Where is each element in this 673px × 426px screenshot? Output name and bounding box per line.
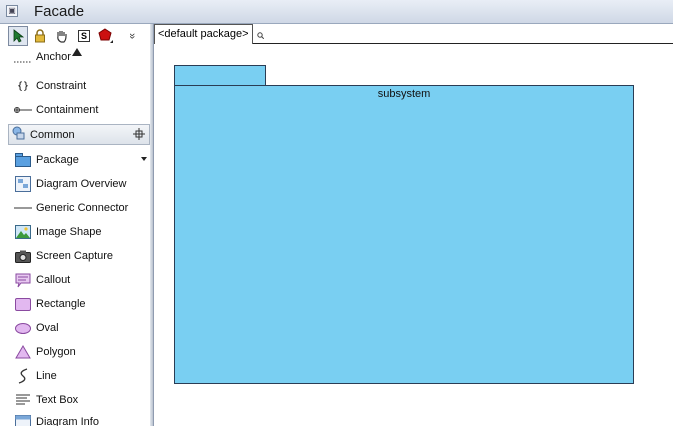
palette-item-callout[interactable]: Callout <box>0 268 150 292</box>
common-section-icon <box>12 126 26 143</box>
rectangle-icon <box>14 295 32 313</box>
palette-item-label: Containment <box>36 104 99 116</box>
more-tools-button[interactable]: » <box>122 26 142 46</box>
palette-item-label: Image Shape <box>36 226 102 238</box>
image-shape-icon <box>14 223 32 241</box>
camera-icon <box>14 247 32 265</box>
hand-icon <box>57 31 67 43</box>
sticky-mode-button[interactable]: S <box>74 26 94 46</box>
common-section-header[interactable]: Common <box>8 124 150 145</box>
oval-icon <box>14 319 32 337</box>
package-shape-tab[interactable] <box>174 65 266 86</box>
sticky-mode-label: S <box>78 30 90 42</box>
palette-item-package[interactable]: Package <box>0 148 150 172</box>
move-section-icon[interactable] <box>133 128 145 143</box>
anchor-icon <box>14 53 32 71</box>
palette-item-diagram-info[interactable]: Diagram Info <box>0 410 150 426</box>
diagram-canvas[interactable]: subsystem <box>154 44 673 426</box>
window-title-bar: ▣ Facade <box>0 0 673 24</box>
callout-icon <box>14 271 32 289</box>
search-icon[interactable] <box>257 30 265 42</box>
palette-item-containment[interactable]: Containment <box>0 98 150 122</box>
palette-item-constraint[interactable]: {} Constraint <box>0 74 150 98</box>
palette-item-label: Anchor <box>36 51 71 63</box>
text-box-icon <box>14 391 32 409</box>
line-icon <box>14 367 32 385</box>
palette-item-label: Rectangle <box>36 298 86 310</box>
diagram-overview-icon <box>14 175 32 193</box>
diagram-palette: S » Anchor {} Constraint Containment Com… <box>0 24 150 426</box>
selector-tool-button[interactable] <box>8 26 28 46</box>
palette-item-diagram-overview[interactable]: Diagram Overview <box>0 172 150 196</box>
shape-tool-button[interactable] <box>96 26 116 46</box>
diagram-info-icon <box>14 413 32 426</box>
palette-item-label: Package <box>36 154 79 166</box>
palette-item-label: Diagram Overview <box>36 178 127 190</box>
palette-item-label: Polygon <box>36 346 76 358</box>
palette-item-label: Generic Connector <box>36 202 129 214</box>
package-shape-subsystem[interactable]: subsystem <box>174 85 634 384</box>
palette-item-label: Diagram Info <box>36 416 99 426</box>
expand-arrow-icon[interactable] <box>141 157 147 161</box>
palette-item-label: Screen Capture <box>36 250 114 262</box>
palette-item-label: Line <box>36 370 57 382</box>
palette-item-label: Callout <box>36 274 71 286</box>
palette-item-image-shape[interactable]: Image Shape <box>0 220 150 244</box>
palette-item-anchor[interactable]: Anchor <box>0 50 150 74</box>
palette-item-line[interactable]: Line <box>0 364 150 388</box>
palette-item-polygon[interactable]: Polygon <box>0 340 150 364</box>
package-name[interactable]: subsystem <box>175 88 633 100</box>
constraint-icon: {} <box>16 80 30 92</box>
polygon-icon <box>14 343 32 361</box>
section-label: Common <box>30 128 75 141</box>
containment-icon <box>14 101 32 119</box>
pentagon-icon <box>98 28 113 43</box>
palette-item-screen-capture[interactable]: Screen Capture <box>0 244 150 268</box>
window-title: Facade <box>34 3 85 20</box>
palette-item-oval[interactable]: Oval <box>0 316 150 340</box>
palette-item-text-box[interactable]: Text Box <box>0 388 150 412</box>
app-icon: ▣ <box>6 5 18 17</box>
double-chevron-down-icon: » <box>126 32 138 40</box>
palette-item-label: Text Box <box>36 394 79 406</box>
lock-tool-button[interactable] <box>30 26 50 46</box>
pointer-icon <box>13 29 24 43</box>
palette-toolbar: S » <box>8 26 148 48</box>
lock-icon <box>35 29 45 43</box>
package-icon <box>14 151 32 169</box>
diagram-navigator-bar: <default package> <box>154 24 673 44</box>
hand-tool-button[interactable] <box>52 26 72 46</box>
palette-item-generic-connector[interactable]: Generic Connector <box>0 196 150 220</box>
tab-default-package[interactable]: <default package> <box>154 24 253 44</box>
palette-item-label: Oval <box>36 322 59 334</box>
generic-connector-icon <box>14 199 32 217</box>
palette-item-rectangle[interactable]: Rectangle <box>0 292 150 316</box>
palette-item-label: Constraint <box>36 80 87 92</box>
